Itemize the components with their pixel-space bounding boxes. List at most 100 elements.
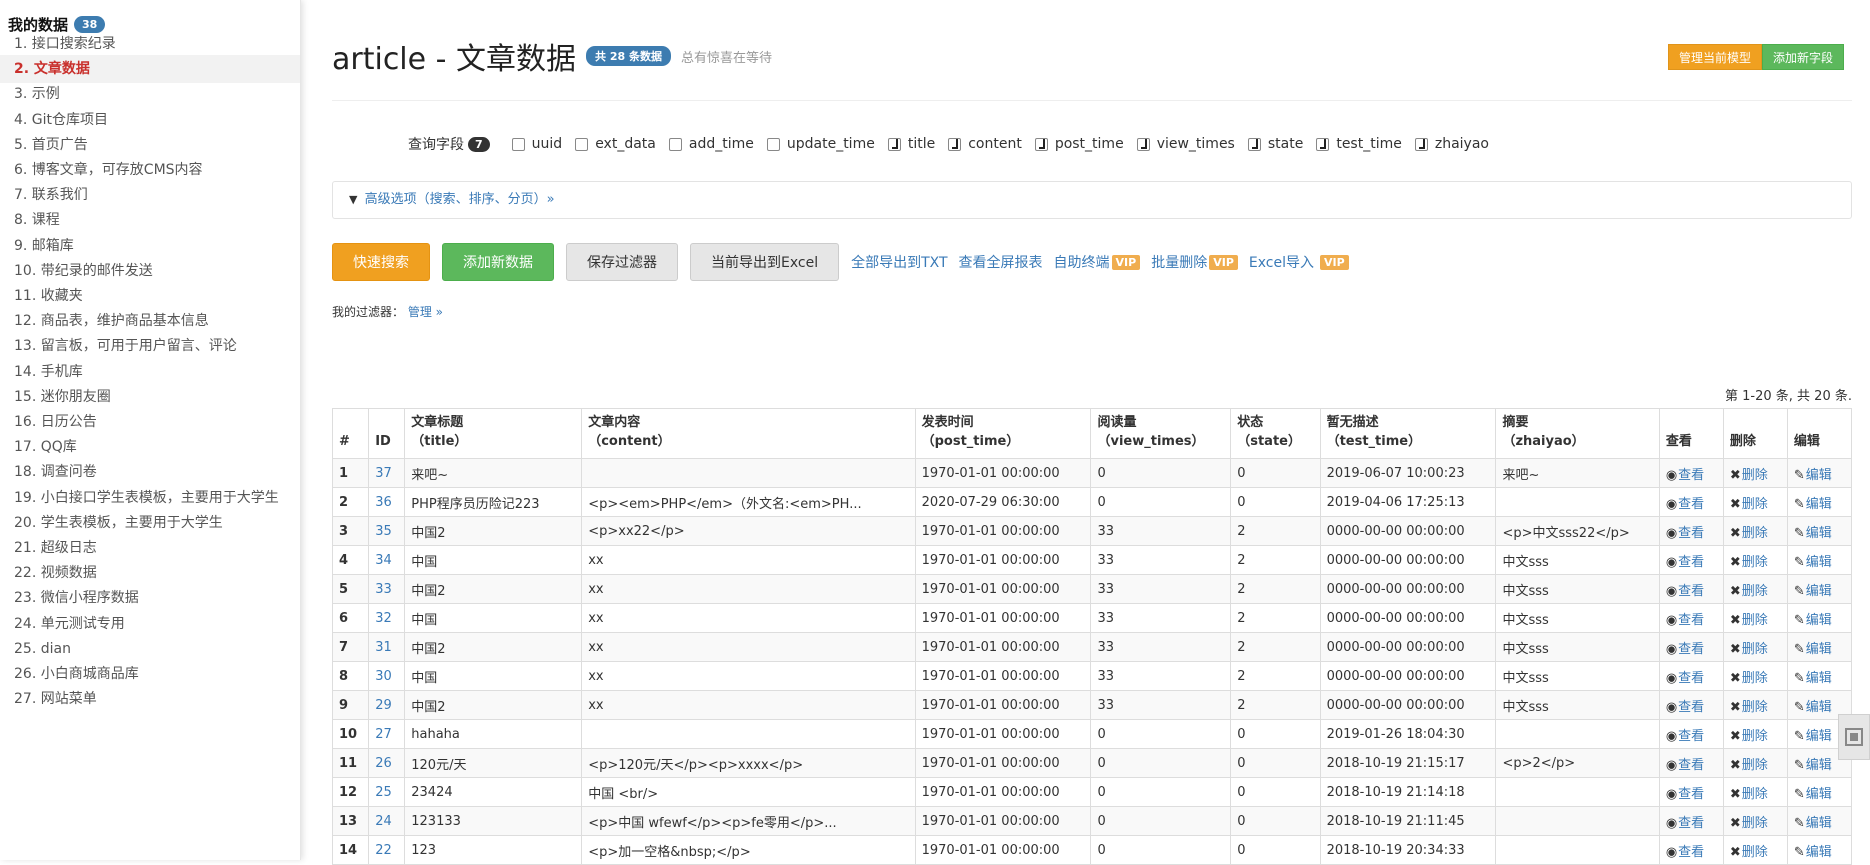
view-label[interactable]: 查看 — [1678, 526, 1704, 541]
batch-delete-link[interactable]: 批量删除 VIP — [1151, 252, 1238, 272]
delete-link[interactable]: ✖删除 — [1722, 719, 1788, 749]
view-link[interactable]: ◉查看 — [1658, 632, 1724, 662]
row-id-link[interactable]: 36 — [368, 487, 406, 517]
quick-search-button[interactable]: 快速搜索 — [332, 243, 430, 281]
view-label[interactable]: 查看 — [1678, 642, 1704, 657]
row-id-link[interactable]: 32 — [368, 603, 406, 633]
sidebar-item[interactable]: 15. 迷你朋友圈 — [0, 383, 300, 411]
sidebar-item[interactable]: 22. 视频数据 — [0, 559, 300, 587]
delete-link[interactable]: ✖删除 — [1722, 603, 1788, 633]
edit-label[interactable]: 编辑 — [1806, 787, 1832, 802]
view-link[interactable]: ◉查看 — [1658, 458, 1724, 488]
sidebar-item[interactable]: 7. 联系我们 — [0, 181, 300, 209]
sidebar-item[interactable]: 1. 接口搜索纪录 — [0, 30, 300, 58]
sidebar-item[interactable]: 12. 商品表，维护商品基本信息 — [0, 307, 300, 335]
field-content[interactable]: content — [948, 136, 1022, 152]
edit-label[interactable]: 编辑 — [1806, 758, 1832, 773]
sidebar-item[interactable]: 6. 博客文章，可存放CMS内容 — [0, 156, 300, 184]
view-label[interactable]: 查看 — [1678, 613, 1704, 628]
delete-link[interactable]: ✖删除 — [1722, 458, 1788, 488]
sidebar-item[interactable]: 16. 日历公告 — [0, 408, 300, 436]
delete-link[interactable]: ✖删除 — [1722, 574, 1788, 604]
add-data-button[interactable]: 添加新数据 — [442, 243, 554, 281]
delete-label[interactable]: 删除 — [1742, 526, 1768, 541]
delete-link[interactable]: ✖删除 — [1722, 545, 1788, 575]
view-link[interactable]: ◉查看 — [1658, 661, 1724, 691]
edit-link[interactable]: ✎编辑 — [1786, 603, 1853, 633]
row-id-link[interactable]: 37 — [368, 458, 406, 488]
view-link[interactable]: ◉查看 — [1658, 516, 1724, 546]
sidebar-item[interactable]: 24. 单元测试专用 — [0, 610, 300, 638]
field-add_time[interactable]: add_time — [668, 136, 754, 152]
edit-link[interactable]: ✎编辑 — [1786, 835, 1853, 865]
delete-link[interactable]: ✖删除 — [1722, 806, 1788, 836]
field-checkbox[interactable] — [1247, 137, 1261, 151]
delete-label[interactable]: 删除 — [1742, 584, 1768, 599]
sidebar-item[interactable]: 20. 学生表模板，主要用于大学生 — [0, 509, 300, 537]
delete-link[interactable]: ✖删除 — [1722, 516, 1788, 546]
delete-link[interactable]: ✖删除 — [1722, 777, 1788, 807]
delete-link[interactable]: ✖删除 — [1722, 661, 1788, 691]
field-post_time[interactable]: post_time — [1034, 136, 1124, 152]
export-excel-button[interactable]: 当前导出到Excel — [690, 243, 840, 281]
field-checkbox[interactable] — [1034, 137, 1048, 151]
view-link[interactable]: ◉查看 — [1658, 545, 1724, 575]
sidebar-item[interactable]: 18. 调查问卷 — [0, 458, 300, 486]
edit-link[interactable]: ✎编辑 — [1786, 516, 1853, 546]
delete-link[interactable]: ✖删除 — [1722, 835, 1788, 865]
edit-link[interactable]: ✎编辑 — [1786, 806, 1853, 836]
row-id-link[interactable]: 33 — [368, 574, 406, 604]
field-zhaiyao[interactable]: zhaiyao — [1414, 136, 1489, 152]
edit-label[interactable]: 编辑 — [1806, 584, 1832, 599]
field-view_times[interactable]: view_times — [1136, 136, 1235, 152]
advanced-options-link[interactable]: 高级选项（搜索、排序、分页）» — [365, 192, 555, 207]
excel-import-link[interactable]: Excel导入 VIP — [1249, 252, 1349, 272]
delete-label[interactable]: 删除 — [1742, 671, 1768, 686]
delete-link[interactable]: ✖删除 — [1722, 748, 1788, 778]
delete-label[interactable]: 删除 — [1742, 816, 1768, 831]
sidebar-item[interactable]: 23. 微信小程序数据 — [0, 584, 300, 612]
field-checkbox[interactable] — [511, 137, 525, 151]
edit-link[interactable]: ✎编辑 — [1786, 545, 1853, 575]
field-test_time[interactable]: test_time — [1316, 136, 1402, 152]
delete-link[interactable]: ✖删除 — [1722, 632, 1788, 662]
view-link[interactable]: ◉查看 — [1658, 777, 1724, 807]
field-checkbox[interactable] — [948, 137, 962, 151]
delete-label[interactable]: 删除 — [1742, 468, 1768, 483]
save-filter-button[interactable]: 保存过滤器 — [566, 243, 678, 281]
row-id-link[interactable]: 30 — [368, 661, 406, 691]
edit-label[interactable]: 编辑 — [1806, 845, 1832, 860]
field-uuid[interactable]: uuid — [511, 136, 562, 152]
sidebar-item[interactable]: 11. 收藏夹 — [0, 282, 300, 310]
edit-label[interactable]: 编辑 — [1806, 729, 1832, 744]
delete-label[interactable]: 删除 — [1742, 555, 1768, 570]
row-id-link[interactable]: 26 — [368, 748, 406, 778]
field-update_time[interactable]: update_time — [766, 136, 875, 152]
edit-label[interactable]: 编辑 — [1806, 613, 1832, 628]
edit-label[interactable]: 编辑 — [1806, 468, 1832, 483]
edit-label[interactable]: 编辑 — [1806, 642, 1832, 657]
view-link[interactable]: ◉查看 — [1658, 835, 1724, 865]
row-id-link[interactable]: 31 — [368, 632, 406, 662]
view-link[interactable]: ◉查看 — [1658, 719, 1724, 749]
view-link[interactable]: ◉查看 — [1658, 487, 1724, 517]
delete-label[interactable]: 删除 — [1742, 758, 1768, 773]
edit-label[interactable]: 编辑 — [1806, 497, 1832, 512]
view-link[interactable]: ◉查看 — [1658, 806, 1724, 836]
view-label[interactable]: 查看 — [1678, 671, 1704, 686]
field-state[interactable]: state — [1247, 136, 1303, 152]
row-id-link[interactable]: 35 — [368, 516, 406, 546]
qr-code-widget[interactable] — [1838, 714, 1870, 760]
sidebar-item[interactable]: 17. QQ库 — [0, 433, 300, 461]
edit-link[interactable]: ✎编辑 — [1786, 458, 1853, 488]
view-label[interactable]: 查看 — [1678, 787, 1704, 802]
sidebar-item[interactable]: 14. 手机库 — [0, 358, 300, 386]
sidebar-item[interactable]: 9. 邮箱库 — [0, 232, 300, 260]
edit-link[interactable]: ✎编辑 — [1786, 777, 1853, 807]
row-id-link[interactable]: 29 — [368, 690, 406, 720]
field-ext_data[interactable]: ext_data — [575, 136, 656, 152]
edit-label[interactable]: 编辑 — [1806, 700, 1832, 715]
delete-link[interactable]: ✖删除 — [1722, 487, 1788, 517]
row-id-link[interactable]: 25 — [368, 777, 406, 807]
sidebar-item[interactable]: 8. 课程 — [0, 206, 300, 234]
